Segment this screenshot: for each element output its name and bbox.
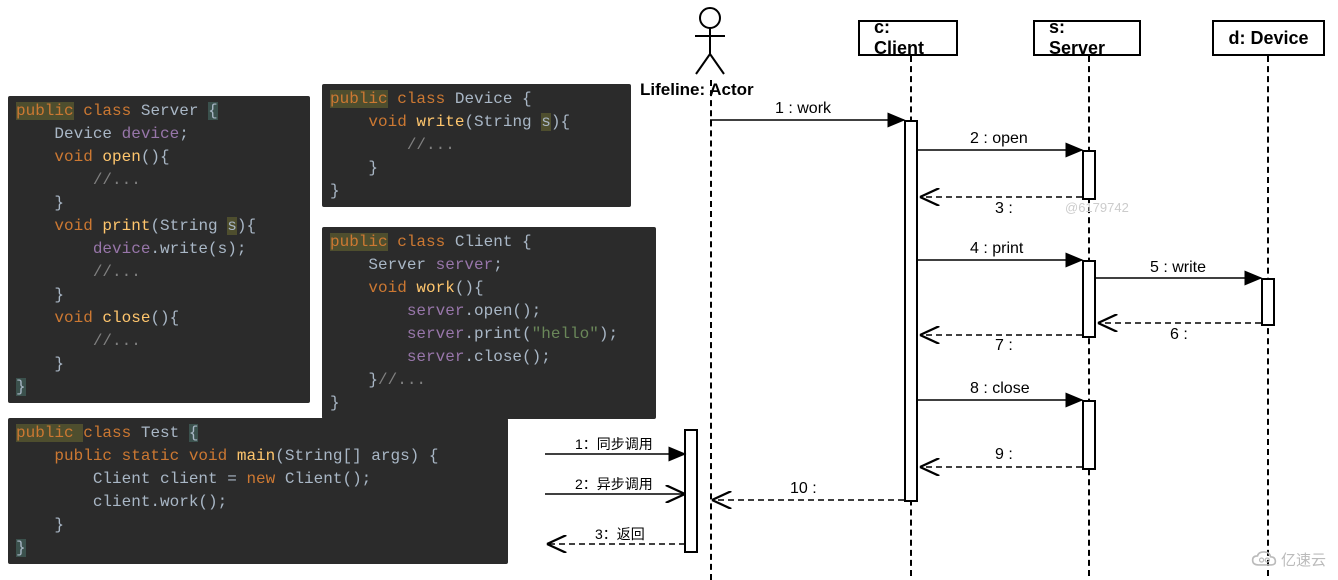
msg-3: 3 : [995,200,1013,218]
msg-9: 9 : [995,446,1013,464]
legend-2: 2：异步调用 [575,474,653,494]
logo-text: 亿速云 [1281,549,1326,570]
legend-3: 3：返回 [595,524,645,544]
msg-7: 7 : [995,337,1013,355]
msg-2: 2 : open [970,130,1028,148]
logo: 亿速云 [1251,549,1326,570]
msg-4: 4 : print [970,240,1023,258]
msg-6: 6 : [1170,326,1188,344]
msg-1: 1 : work [775,100,831,118]
cloud-icon [1251,550,1277,570]
watermark: @6179742 [1065,200,1129,215]
msg-10: 10 : [790,480,817,498]
msg-5: 5 : write [1150,259,1206,277]
msg-8: 8 : close [970,380,1030,398]
arrows-layer [535,0,1338,578]
code-test: public class Test { public static void m… [8,418,508,564]
sequence-diagram: Lifeline: Actor c: Client s: Server d: D… [535,0,1338,578]
code-server: public class Server { Device device; voi… [8,96,310,403]
legend-1: 1：同步调用 [575,434,653,454]
